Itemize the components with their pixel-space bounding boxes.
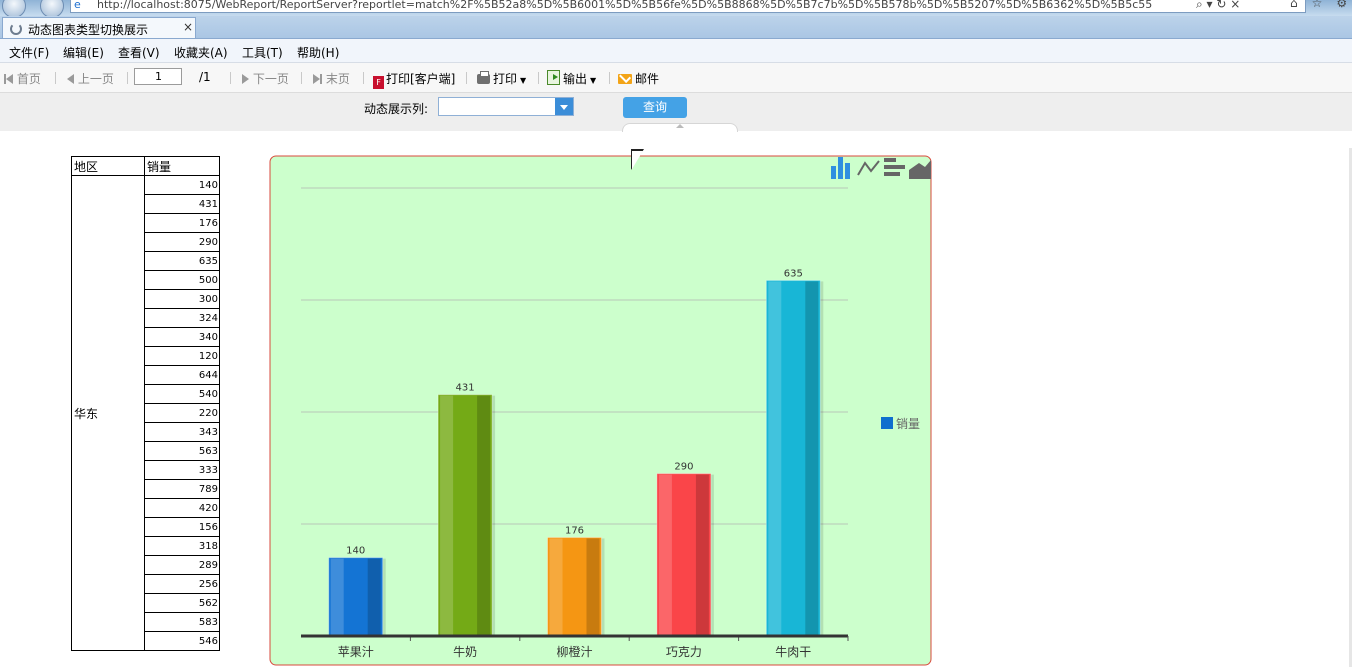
pdf-print-icon: F [373,76,384,89]
printer-icon [477,71,490,84]
region-cell: 华东 [71,175,145,651]
chevron-down-icon: ▼ [590,76,597,85]
sales-value-cell: 583 [144,612,220,632]
report-toolbar: 首页 上一页 /1 下一页 末页 F打印[客户端] 打印▼ 输出▼ 邮件 [0,63,1352,93]
loading-icon [10,23,22,35]
ie-icon: e [74,0,81,11]
email-icon [618,74,632,84]
sales-value-cell: 290 [144,232,220,252]
sales-value-cell: 546 [144,631,220,651]
next-page-button[interactable]: 下一页 [242,70,289,87]
legend-swatch [881,417,893,429]
sales-value-cell: 300 [144,289,220,309]
chevron-down-icon: ▼ [520,76,527,85]
bar [547,536,605,637]
sales-value-cell: 289 [144,555,220,575]
data-label: 431 [456,383,475,394]
email-button[interactable]: 邮件 [618,70,659,87]
print-client-button[interactable]: F 打印[客户端] [373,70,455,89]
page-number-input[interactable] [134,68,182,85]
data-label: 635 [784,268,803,279]
tab-close-icon[interactable]: × [183,20,193,34]
sales-value-cell: 333 [144,460,220,480]
tab-title: 动态图表类型切换展示 [28,23,149,37]
last-page-button[interactable]: 末页 [313,70,350,87]
legend: 销量 [881,417,920,431]
sales-value-cell: 431 [144,194,220,214]
sales-table: 地区 销量 华东 140 431 176 290 635 500 300 324 340 120 64… [71,156,220,651]
sales-value-cell: 340 [144,327,220,347]
menu-favorites[interactable]: 收藏夹(A) [174,44,228,61]
category-tick-label: 牛肉干 [775,644,811,659]
next-page-icon [242,74,249,84]
data-label: 176 [565,525,584,536]
category-tick-label: 巧克力 [666,645,702,659]
last-page-icon [313,74,320,84]
menu-bar: 文件(F) 编辑(E) 查看(V) 收藏夹(A) 工具(T) 帮助(H) [0,39,1352,63]
sales-value-cell: 635 [144,251,220,271]
dropdown-arrow-icon[interactable] [555,98,573,115]
bar [765,279,824,637]
category-tick-label: 柳橙汁 [556,644,592,659]
bar-chart: 140 苹果汁 431 牛奶 176 柳橙汁 290 巧克力 635 牛肉干 销量 [269,155,932,666]
sales-value-cell: 500 [144,270,220,290]
sales-value-cell: 156 [144,517,220,537]
menu-tools[interactable]: 工具(T) [242,44,283,61]
menu-help[interactable]: 帮助(H) [297,44,339,61]
prev-page-button[interactable]: 上一页 [67,70,114,87]
menu-view[interactable]: 查看(V) [118,44,160,61]
menu-edit[interactable]: 编辑(E) [63,44,104,61]
url-search-refresh-icons[interactable]: ⌕ ▾ ↻ × [1196,0,1240,12]
bar [656,473,714,637]
collapse-panel-handle[interactable] [622,123,738,132]
address-bar: http://localhost:8075/WebReport/ReportSe… [0,0,1352,18]
table-header-region: 地区 [71,156,145,176]
data-label: 140 [346,546,365,557]
sales-value-cell: 256 [144,574,220,594]
url-input[interactable]: http://localhost:8075/WebReport/ReportSe… [70,0,1306,13]
page-total: /1 [199,70,211,84]
sales-value-cell: 562 [144,593,220,613]
dynamic-column-label: 动态展示列: [364,102,429,116]
browser-tab[interactable]: 动态图表类型切换展示 × [2,17,196,38]
query-button[interactable]: 查询 [623,97,687,118]
home-favorites-settings-icons[interactable]: ⌂☆⚙ [1290,0,1352,10]
sales-value-cell: 176 [144,213,220,233]
sales-value-cell: 140 [144,175,220,195]
bar [328,557,386,637]
first-page-button[interactable]: 首页 [4,70,41,87]
data-label: 290 [674,462,693,473]
table-row: 华东 140 [71,175,220,651]
sales-value-cell: 220 [144,403,220,423]
tab-bar: 动态图表类型切换展示 × [0,16,1352,39]
print-button[interactable]: 打印 ▼ [477,70,526,87]
table-header-sales: 销量 [144,156,220,176]
sales-value-cell: 318 [144,536,220,556]
menu-file[interactable]: 文件(F) [9,44,49,61]
sales-value-cell: 540 [144,384,220,404]
category-tick-label: 牛奶 [453,644,477,659]
export-icon [547,70,560,85]
category-tick-label: 苹果汁 [338,645,374,659]
dynamic-column-select[interactable] [438,97,574,116]
bar [437,394,496,637]
sales-value-cell: 420 [144,498,220,518]
sales-value-cell: 644 [144,365,220,385]
sales-value-cell: 324 [144,308,220,328]
export-button[interactable]: 输出 ▼ [547,70,596,87]
sales-value-cell: 120 [144,346,220,366]
sales-value-cell: 563 [144,441,220,461]
sales-value-cell: 789 [144,479,220,499]
sales-value-cell: 343 [144,422,220,442]
legend-label: 销量 [896,417,920,431]
parameter-panel: 动态展示列: 查询 [0,93,1352,132]
prev-page-icon [67,74,74,84]
